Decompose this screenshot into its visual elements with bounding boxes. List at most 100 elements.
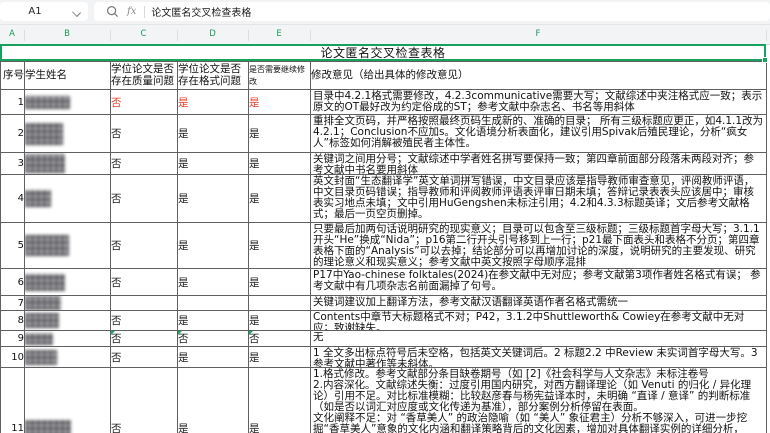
column-header-1[interactable]: 学生姓名 (25, 62, 111, 90)
cell-quality-1[interactable]: 否 (111, 90, 178, 115)
cell-no-5[interactable]: 5 (1, 223, 25, 269)
cell-comment-1[interactable]: 目录中4.2.1格式需要修改，4.2.3communicative需要大写；文献… (311, 90, 767, 115)
column-header-5[interactable]: 修改意见（给出具体的修改意见） (311, 62, 767, 90)
selected-title-cell[interactable]: 论文匿名交叉检查表格 (0, 44, 766, 61)
cell-comment-11[interactable]: 1.格式修改。参考文献部分条目缺卷期号（如 [2]《社会科学与人文杂志》未标注卷… (311, 368, 767, 433)
cell-cont-8[interactable]: 是 (249, 311, 311, 331)
cell-no-11[interactable]: 11 (1, 368, 25, 433)
comment-text: 关键词建议加上翻译方法，参考文献汉语翻译英语作者名格式需统一 (311, 296, 766, 308)
cell-no-9[interactable]: 9 (1, 331, 25, 347)
cell-cont-10[interactable]: 是 (249, 347, 311, 368)
column-divider (310, 30, 311, 41)
cell-cont-7[interactable] (249, 296, 311, 311)
cell-format-3[interactable]: 是 (178, 153, 249, 175)
cell-format-7[interactable] (178, 296, 249, 311)
review-table-body: 序号学生姓名学位论文是否存在质量问题学位论文是否存在格式问题是否需要继续修改修改… (1, 62, 767, 433)
cell-quality-10[interactable]: 否 (111, 347, 178, 368)
cell-quality-8[interactable]: 否 (111, 311, 178, 331)
fx-icon[interactable]: fx (127, 6, 136, 17)
cell-student-name-2[interactable] (25, 115, 111, 153)
cell-student-name-3[interactable] (25, 153, 111, 175)
cell-format-6[interactable]: 是 (178, 269, 249, 296)
column-header-0[interactable]: 序号 (1, 62, 25, 90)
cell-comment-10[interactable]: 1 全文多出标点符号后未空格，包括英文关键词后。2 标题2.2 中Review … (311, 347, 767, 368)
cell-quality-5[interactable]: 否 (111, 223, 178, 269)
cell-corner-indicator (111, 331, 115, 335)
cell-cont-9[interactable]: 否 (249, 331, 311, 347)
column-letter-C[interactable]: C (141, 29, 147, 39)
cell-no-2[interactable]: 2 (1, 115, 25, 153)
cell-cont-3[interactable]: 是 (249, 153, 311, 175)
cell-cont-6[interactable]: 是 (249, 269, 311, 296)
column-letter-B[interactable]: B (64, 29, 70, 39)
redacted-student-name (25, 420, 71, 433)
redacted-student-name (25, 333, 53, 345)
column-header-strip: A B C D E F (0, 25, 770, 45)
cell-cont-1[interactable]: 是 (249, 90, 311, 115)
cell-comment-3[interactable]: 关键词之间用分号；文献综述中学者姓名拼写要保持一致；第四章前面部分段落未两段对齐… (311, 153, 767, 175)
cell-comment-9[interactable]: 无 (311, 331, 767, 347)
cell-comment-4[interactable]: 英文封面“生态翻译学”英文单词拼写错误，中文目录应该是指导教师审查意见，评阅教师… (311, 175, 767, 223)
cell-comment-6[interactable]: P17中Yao-chinese folktales(2024)在参文献中无对应；… (311, 269, 767, 296)
cell-format-8[interactable]: 是 (178, 311, 249, 331)
cell-no-8[interactable]: 8 (1, 311, 25, 331)
column-letter-D[interactable]: D (209, 29, 216, 39)
cell-quality-3[interactable]: 否 (111, 153, 178, 175)
column-letter-A[interactable]: A (9, 29, 15, 39)
cell-corner-indicator (178, 331, 182, 335)
table-row-8: 8否是是Contents中章节大标题格式不对；P42，3.1.2中Shuttle… (1, 311, 767, 331)
column-header-3[interactable]: 学位论文是否存在格式问题 (178, 62, 249, 90)
divider (144, 6, 145, 18)
cell-student-name-4[interactable] (25, 175, 111, 223)
cell-student-name-11[interactable] (25, 368, 111, 433)
cell-quality-9[interactable]: 否 (111, 331, 178, 347)
chevron-down-icon[interactable] (70, 5, 84, 19)
cell-cont-4[interactable]: 是 (249, 175, 311, 223)
cell-student-name-9[interactable] (25, 331, 111, 347)
cell-format-4[interactable]: 是 (178, 175, 249, 223)
cell-cont-5[interactable]: 是 (249, 223, 311, 269)
column-letter-E[interactable]: E (276, 29, 281, 39)
cell-student-name-1[interactable] (25, 90, 111, 115)
formula-text[interactable]: 论文匿名交叉检查表格 (151, 4, 251, 19)
comment-text: 关键词之间用分号；文献综述中学者姓名拼写要保持一致；第四章前面部分段落未两段对齐… (311, 153, 766, 174)
cell-student-name-7[interactable] (25, 296, 111, 311)
cell-comment-2[interactable]: 重排全文页码，并严格按照最终页码生成新的、准确的目录； 所有三级标题应更正，如4… (311, 115, 767, 153)
cell-student-name-10[interactable] (25, 347, 111, 368)
cell-no-10[interactable]: 10 (1, 347, 25, 368)
cell-no-7[interactable]: 7 (1, 296, 25, 311)
cell-comment-7[interactable]: 关键词建议加上翻译方法，参考文献汉语翻译英语作者名格式需统一 (311, 296, 767, 311)
formula-input-box[interactable]: fx 论文匿名交叉检查表格 (94, 2, 770, 21)
magnifier-icon[interactable] (106, 5, 119, 18)
cell-no-6[interactable]: 6 (1, 269, 25, 296)
cell-format-1[interactable]: 是 (178, 90, 249, 115)
cell-format-10[interactable]: 是 (178, 347, 249, 368)
cell-quality-11[interactable]: 否 (111, 368, 178, 433)
cell-student-name-6[interactable] (25, 269, 111, 296)
cell-quality-6[interactable]: 否 (111, 269, 178, 296)
cell-format-5[interactable]: 是 (178, 223, 249, 269)
header-row: 序号学生姓名学位论文是否存在质量问题学位论文是否存在格式问题是否需要继续修改修改… (1, 62, 767, 90)
cell-student-name-5[interactable] (25, 223, 111, 269)
cell-quality-7[interactable] (111, 296, 178, 311)
cell-cont-11[interactable]: 是 (249, 368, 311, 433)
cell-no-1[interactable]: 1 (1, 90, 25, 115)
cell-reference: A1 (0, 6, 70, 17)
cell-format-2[interactable]: 是 (178, 115, 249, 153)
column-header-4[interactable]: 是否需要继续修改 (249, 62, 311, 90)
cell-no-3[interactable]: 3 (1, 153, 25, 175)
cell-no-4[interactable]: 4 (1, 175, 25, 223)
cell-cont-2[interactable]: 是 (249, 115, 311, 153)
cell-student-name-8[interactable] (25, 311, 111, 331)
column-letter-F[interactable]: F (536, 29, 541, 39)
cell-name-box[interactable]: A1 (0, 2, 88, 21)
cell-comment-5[interactable]: 只要最后加两句话说明研究的现实意义；目录可以包含至三级标题；三级标题首字母大写；… (311, 223, 767, 269)
cell-quality-4[interactable]: 否 (111, 175, 178, 223)
cell-comment-8[interactable]: Contents中章节大标题格式不对；P42，3.1.2中Shuttlewort… (311, 311, 767, 331)
cell-format-9[interactable]: 否 (178, 331, 249, 347)
cell-format-11[interactable]: 是 (178, 368, 249, 433)
selection-fill-handle[interactable] (762, 57, 768, 63)
column-header-2[interactable]: 学位论文是否存在质量问题 (111, 62, 178, 90)
cell-quality-2[interactable]: 否 (111, 115, 178, 153)
comment-text: 无 (311, 331, 766, 344)
